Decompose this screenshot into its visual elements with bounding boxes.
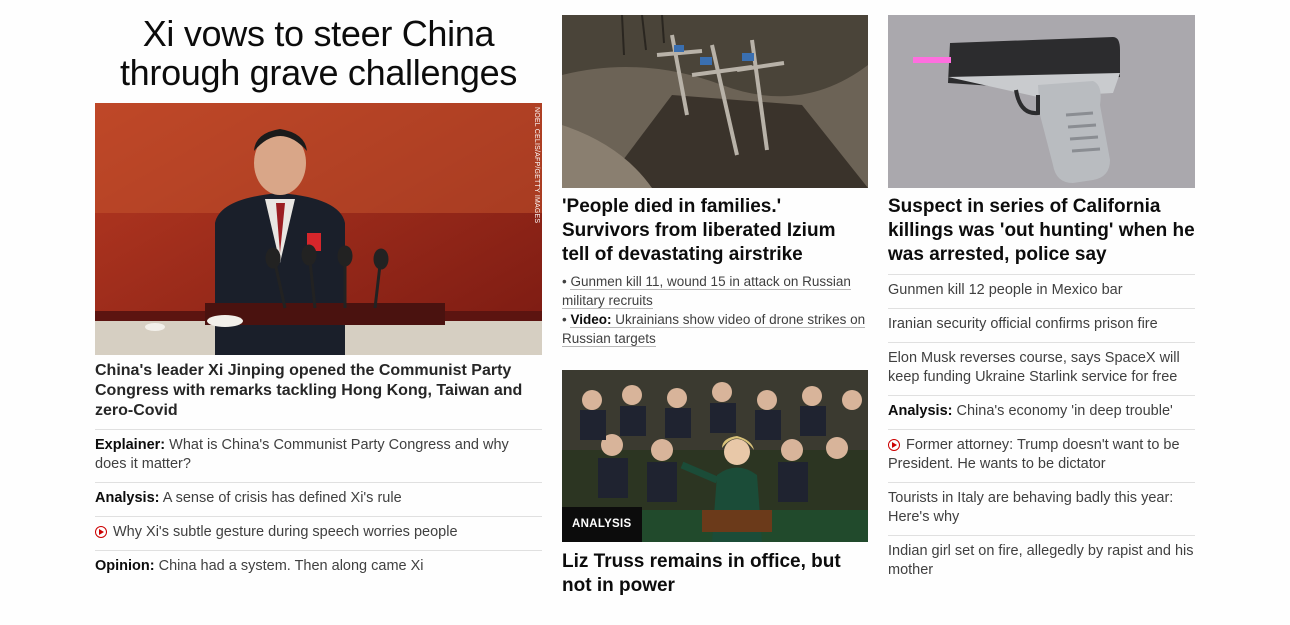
lead-caption[interactable]: China's leader Xi Jinping opened the Com… [95, 361, 542, 421]
liz-truss-image[interactable]: ANALYSIS [562, 370, 868, 542]
california-headline[interactable]: Suspect in series of California killings… [888, 195, 1195, 267]
list-item[interactable]: Indian girl set on fire, allegedly by ra… [888, 535, 1195, 580]
list-item-text: Tourists in Italy are behaving badly thi… [888, 490, 1174, 525]
image-credit: NOEL CELIS/AFP/GETTY IMAGES [533, 107, 540, 224]
list-item-prefix: Analysis: [888, 403, 953, 419]
related-prefix: Explainer: [95, 437, 166, 453]
lead-story: Xi vows to steer China through grave cha… [95, 0, 542, 574]
lead-image-xi-speech[interactable]: NOEL CELIS/AFP/GETTY IMAGES [95, 103, 542, 355]
izium-graves-image[interactable] [562, 15, 868, 188]
related-text: A sense of crisis has defined Xi's rule [162, 490, 402, 506]
list-item[interactable]: Gunmen kill 12 people in Mexico bar [888, 274, 1195, 300]
related-text: China had a system. Then along came Xi [158, 558, 424, 574]
list-item-text: Indian girl set on fire, allegedly by ra… [888, 543, 1194, 578]
related-prefix: Opinion: [95, 558, 155, 574]
related-link[interactable]: Opinion: China had a system. Then along … [95, 550, 542, 576]
list-video-item[interactable]: Former attorney: Trump doesn't want to b… [888, 429, 1195, 474]
list-item[interactable]: Analysis: China's economy 'in deep troub… [888, 395, 1195, 421]
play-icon [888, 439, 900, 451]
related-bullets: • Gunmen kill 11, wound 15 in attack on … [562, 272, 868, 348]
list-item-text: Gunmen kill 12 people in Mexico bar [888, 282, 1123, 298]
list-item[interactable]: Elon Musk reverses course, says SpaceX w… [888, 342, 1195, 387]
related-link[interactable]: Analysis: A sense of crisis has defined … [95, 482, 542, 508]
gun-image[interactable] [888, 15, 1195, 188]
lead-headline[interactable]: Xi vows to steer China through grave cha… [95, 14, 542, 92]
bullet-text: Gunmen kill 11, wound 15 in attack on Ru… [562, 274, 851, 309]
bullet-link[interactable]: • Gunmen kill 11, wound 15 in attack on … [562, 272, 868, 310]
list-item-text: Former attorney: Trump doesn't want to b… [888, 437, 1180, 472]
bullet-link[interactable]: • Video: Ukrainians show video of drone … [562, 310, 868, 348]
related-prefix: Analysis: [95, 490, 160, 506]
related-video-link[interactable]: Why Xi's subtle gesture during speech wo… [95, 516, 542, 542]
related-link[interactable]: Explainer: What is China's Communist Par… [95, 429, 542, 474]
list-item[interactable]: Tourists in Italy are behaving badly thi… [888, 482, 1195, 527]
list-item-text: China's economy 'in deep trouble' [956, 403, 1173, 419]
related-text: Why Xi's subtle gesture during speech wo… [113, 524, 458, 540]
bullet-prefix: Video: [570, 312, 612, 327]
list-item-text: Elon Musk reverses course, says SpaceX w… [888, 350, 1180, 385]
list-item-text: Iranian security official confirms priso… [888, 316, 1158, 332]
play-icon [95, 526, 107, 538]
izium-headline[interactable]: 'People died in families.' Survivors fro… [562, 195, 868, 267]
truss-headline[interactable]: Liz Truss remains in office, but not in … [562, 550, 868, 598]
list-item[interactable]: Iranian security official confirms priso… [888, 308, 1195, 334]
analysis-badge: ANALYSIS [562, 507, 642, 542]
